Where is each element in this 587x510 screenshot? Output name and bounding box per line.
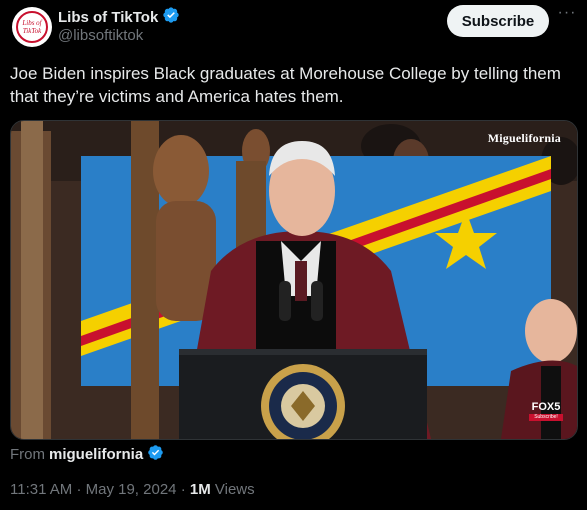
tweet-text: Joe Biden inspires Black graduates at Mo… xyxy=(10,64,561,106)
more-horizontal-icon[interactable]: ··· xyxy=(556,5,578,24)
broadcaster-logo-text: FOX5 xyxy=(531,401,561,413)
subscribe-button[interactable]: Subscribe xyxy=(447,5,549,37)
source-attribution: From miguelifornia xyxy=(10,444,164,465)
avatar[interactable]: Libs of TikTok xyxy=(12,7,52,47)
author-handle[interactable]: @libsoftiktok xyxy=(58,27,143,44)
source-account-link[interactable]: miguelifornia xyxy=(49,446,143,463)
tweet-video[interactable]: Miguelifornia FOX5 Subscribe! xyxy=(10,120,578,440)
display-name[interactable]: Libs of TikTok xyxy=(58,9,158,26)
avatar-text-2: TikTok xyxy=(23,27,42,35)
broadcaster-sub-text: Subscribe! xyxy=(529,414,563,421)
avatar-text-1: Libs of xyxy=(21,19,42,27)
tweet-time[interactable]: 11:31 AM xyxy=(10,481,72,498)
meta-separator: · xyxy=(180,481,186,498)
tweet-meta: 11:31 AM · May 19, 2024 · 1M Views xyxy=(10,481,255,498)
author-name-row[interactable]: Libs of TikTok xyxy=(58,6,180,29)
tweet-date[interactable]: May 19, 2024 xyxy=(86,481,177,498)
verified-badge-icon xyxy=(162,6,180,29)
video-watermark: Miguelifornia xyxy=(487,131,561,145)
broadcaster-logo: FOX5 Subscribe! xyxy=(529,401,563,429)
from-label: From xyxy=(10,446,45,463)
views-label: Views xyxy=(214,481,255,498)
verified-badge-icon xyxy=(147,444,164,465)
views-count: 1M xyxy=(189,481,211,498)
meta-separator: · xyxy=(76,481,82,498)
